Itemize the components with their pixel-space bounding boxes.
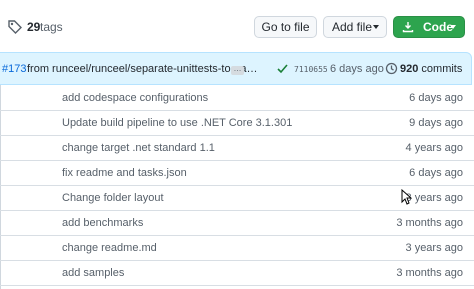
tag-icon bbox=[8, 20, 22, 34]
pr-link[interactable]: #173 bbox=[2, 63, 26, 75]
commit-age: 3 years ago bbox=[405, 242, 463, 254]
commit-age: 9 days ago bbox=[409, 117, 463, 129]
tags-count[interactable]: 29 bbox=[27, 20, 40, 34]
commit-age: 6 days ago bbox=[409, 92, 463, 104]
expand-commit-message-button[interactable]: … bbox=[231, 64, 244, 75]
commits-label: commits bbox=[421, 63, 463, 75]
go-to-file-label: Go to file bbox=[261, 20, 310, 34]
commit-message-link[interactable]: Change folder layout bbox=[62, 192, 164, 204]
chevron-down-icon bbox=[450, 25, 456, 29]
commit-message-link[interactable]: add codespace configurations bbox=[62, 92, 208, 104]
commit-time: 6 days ago bbox=[330, 63, 384, 75]
commit-message-link[interactable]: fix readme and tasks.json bbox=[62, 167, 187, 179]
commit-message-link[interactable]: change readme.md bbox=[62, 242, 157, 254]
commit-age: 3 months ago bbox=[396, 217, 463, 229]
commit-count-link[interactable]: 920 commits bbox=[400, 63, 462, 75]
table-row: Update build pipeline to use .NET Core 3… bbox=[0, 111, 474, 136]
commit-message-link[interactable]: add benchmarks bbox=[62, 217, 143, 229]
commit-age: 3 months ago bbox=[396, 267, 463, 279]
download-icon bbox=[402, 22, 414, 33]
chevron-down-icon bbox=[373, 25, 379, 29]
add-file-label: Add file bbox=[332, 20, 373, 34]
latest-commit-message[interactable]: from runceel/runceel/separate-unittests-… bbox=[27, 63, 258, 75]
table-row: change target .net standard 1.1 4 years … bbox=[0, 136, 474, 161]
commit-sha[interactable]: 7110655 bbox=[294, 65, 328, 74]
code-label: Code bbox=[423, 20, 453, 34]
commit-message-link[interactable]: change target .net standard 1.1 bbox=[62, 142, 215, 154]
commit-message-link[interactable]: Update build pipeline to use .NET Core 3… bbox=[62, 117, 292, 129]
commit-age: 6 days ago bbox=[409, 167, 463, 179]
add-file-button[interactable]: Add file bbox=[323, 16, 387, 38]
go-to-file-button[interactable]: Go to file bbox=[254, 16, 317, 38]
commit-count: 920 bbox=[400, 63, 419, 75]
file-list: add codespace configurations 6 days ago … bbox=[0, 86, 474, 286]
check-icon[interactable] bbox=[276, 62, 289, 75]
table-row: add samples 3 months ago bbox=[0, 261, 474, 286]
repo-toolbar: 29 tags Go to file Add file Code bbox=[0, 0, 474, 50]
commit-message-link[interactable]: add samples bbox=[62, 267, 124, 279]
table-row: add benchmarks 3 months ago bbox=[0, 211, 474, 236]
mouse-cursor-icon bbox=[401, 189, 412, 205]
table-row: change readme.md 3 years ago bbox=[0, 236, 474, 261]
code-button[interactable]: Code bbox=[393, 16, 465, 38]
history-icon bbox=[385, 62, 398, 75]
commit-age: 4 years ago bbox=[405, 142, 463, 154]
ellipsis-label: … bbox=[233, 64, 242, 73]
commit-age: 3 years ago bbox=[405, 192, 463, 204]
table-row: add codespace configurations 6 days ago bbox=[0, 86, 474, 111]
table-row: fix readme and tasks.json 6 days ago bbox=[0, 161, 474, 186]
tags-label[interactable]: tags bbox=[40, 20, 63, 34]
